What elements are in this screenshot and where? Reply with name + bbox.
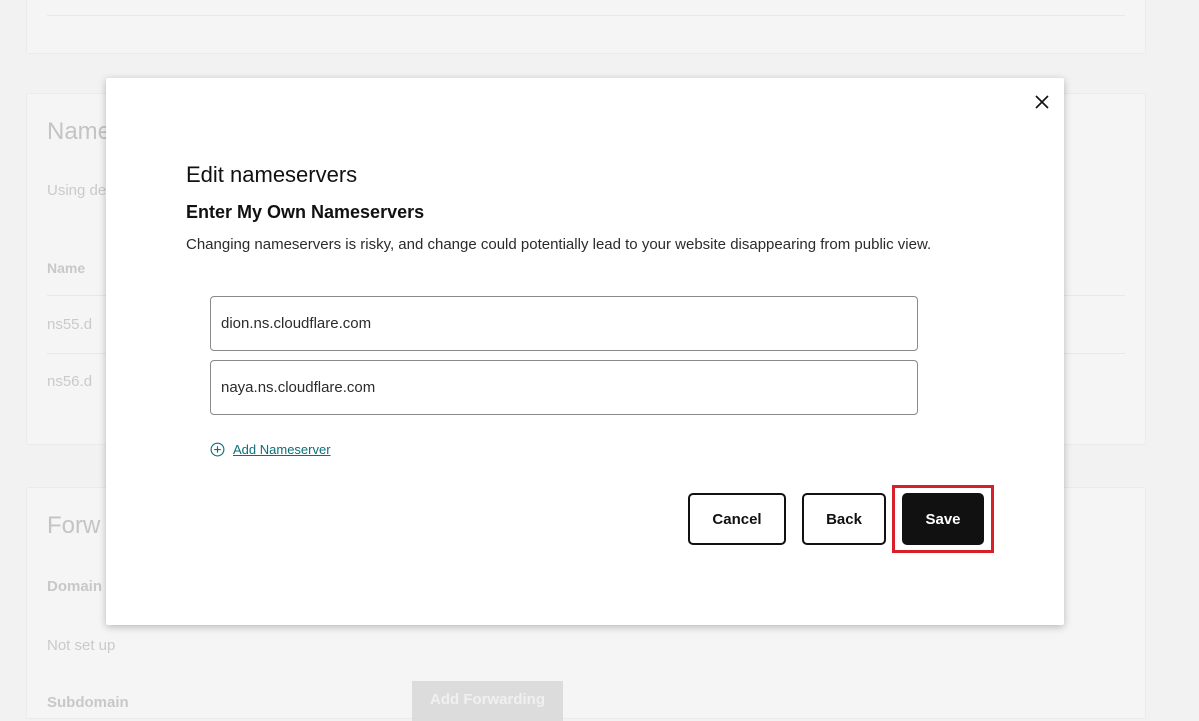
nameserver-row: ns55.d [47, 316, 93, 333]
forwarding-section-title: Forw [47, 512, 101, 539]
domain-forwarding-label: Domain [47, 578, 103, 595]
save-button[interactable]: Save [902, 493, 984, 545]
add-nameserver-link[interactable]: Add Nameserver [210, 442, 331, 457]
close-button[interactable] [1030, 90, 1054, 114]
close-icon [1035, 95, 1049, 109]
dialog-subtitle: Enter My Own Nameservers [186, 202, 425, 222]
nameservers-section-desc: Using de [47, 182, 107, 199]
add-nameserver-label: Add Nameserver [233, 442, 331, 457]
plus-circle-icon [210, 442, 225, 457]
dialog-description: Changing nameservers is risky, and chang… [186, 236, 932, 253]
nameservers-column-header: Name [47, 260, 86, 276]
nameserver-input-2[interactable] [210, 360, 918, 415]
divider [47, 15, 1125, 16]
nameservers-section-title: Name [47, 118, 112, 145]
cancel-button[interactable]: Cancel [688, 493, 786, 545]
dialog-title: Edit nameservers [186, 162, 358, 187]
domain-forwarding-status: Not set up [47, 637, 116, 654]
add-forwarding-button: Add Forwarding [412, 681, 563, 721]
nameserver-row: ns56.d [47, 373, 93, 390]
background-card-top [26, 0, 1146, 54]
edit-nameservers-dialog: Edit nameservers Enter My Own Nameserver… [106, 78, 1064, 625]
nameserver-input-1[interactable] [210, 296, 918, 351]
back-button[interactable]: Back [802, 493, 886, 545]
